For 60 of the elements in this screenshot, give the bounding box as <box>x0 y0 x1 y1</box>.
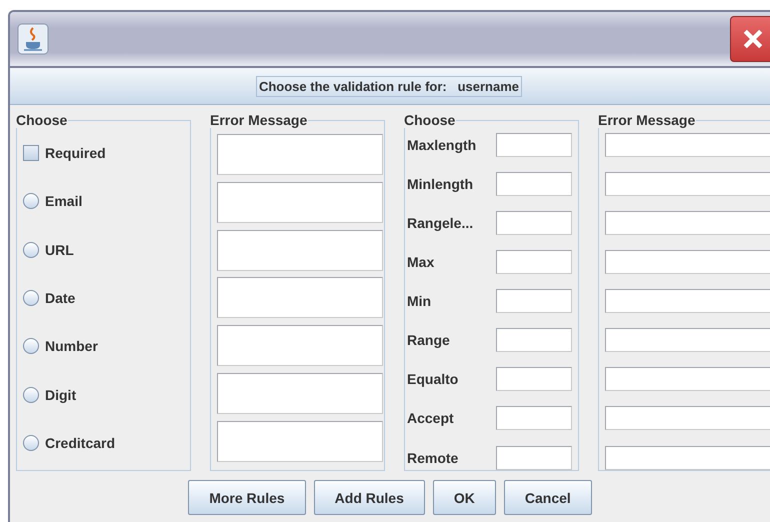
rule-value-field[interactable] <box>496 367 572 392</box>
rule-value-field[interactable] <box>496 132 572 156</box>
error-message-field[interactable] <box>217 420 383 462</box>
error-message-field[interactable] <box>217 134 383 175</box>
error-message-field[interactable] <box>217 277 383 318</box>
radio-button[interactable] <box>23 434 39 451</box>
rule-label: Rangele... <box>407 214 474 231</box>
coffee-cup-icon <box>17 23 49 55</box>
rule-option[interactable]: Email <box>23 182 184 220</box>
rule-option[interactable]: Digit <box>23 376 184 414</box>
rule-label: Equalto <box>407 371 458 388</box>
group-title: Error Message <box>597 113 696 128</box>
rule-value-field[interactable] <box>496 446 572 470</box>
rule-option[interactable]: Required <box>23 134 184 172</box>
close-button[interactable] <box>730 16 770 62</box>
rule-label: Accept <box>407 410 454 426</box>
error-message-field[interactable] <box>217 182 383 223</box>
rule-label: Max <box>407 254 434 270</box>
error-message-field[interactable] <box>605 446 770 470</box>
rule-value-field[interactable] <box>496 172 572 196</box>
group-title: Choose <box>15 113 68 128</box>
error-message-field[interactable] <box>605 289 770 313</box>
group-title: Choose <box>403 113 456 128</box>
error-message-field[interactable] <box>217 325 383 366</box>
rule-value-field[interactable] <box>496 250 572 274</box>
rule-value-field[interactable] <box>496 210 572 235</box>
rule-value-field[interactable] <box>496 289 572 313</box>
close-icon <box>742 28 764 50</box>
rule-label: Min <box>407 293 432 309</box>
error-message-field[interactable] <box>605 172 770 196</box>
radio-button[interactable] <box>23 386 39 403</box>
dialog-button[interactable]: OK <box>432 480 496 515</box>
radio-button[interactable] <box>23 338 39 354</box>
rule-label: Remote <box>407 450 458 466</box>
rule-label: Maxlength <box>407 136 476 152</box>
dialog-button[interactable]: Cancel <box>504 480 592 515</box>
radio-button[interactable] <box>23 290 39 306</box>
error-message-field[interactable] <box>605 210 770 235</box>
radio-button[interactable] <box>23 193 39 210</box>
rule-label: Minlength <box>407 176 474 192</box>
rule-option[interactable]: Date <box>23 278 184 317</box>
rule-value-field[interactable] <box>496 328 572 352</box>
rule-option[interactable]: URL <box>23 230 184 269</box>
rule-label: Range <box>407 332 450 348</box>
error-message-field[interactable] <box>217 373 383 414</box>
error-message-field[interactable] <box>605 250 770 274</box>
error-message-field[interactable] <box>605 367 770 392</box>
error-message-field[interactable] <box>217 230 383 271</box>
dialog-button[interactable]: Add Rules <box>314 480 425 515</box>
checkbox[interactable] <box>23 145 39 161</box>
dialog-button[interactable]: More Rules <box>188 480 306 515</box>
header-label: Choose the validation rule for: username <box>256 76 522 96</box>
rule-option[interactable]: Number <box>23 327 184 366</box>
error-message-field[interactable] <box>605 328 770 352</box>
rule-option[interactable]: Creditcard <box>23 424 184 462</box>
error-message-field[interactable] <box>605 132 770 156</box>
error-message-field[interactable] <box>605 406 770 430</box>
rule-value-field[interactable] <box>496 406 572 430</box>
group-title: Error Message <box>209 113 308 128</box>
radio-button[interactable] <box>23 242 39 258</box>
